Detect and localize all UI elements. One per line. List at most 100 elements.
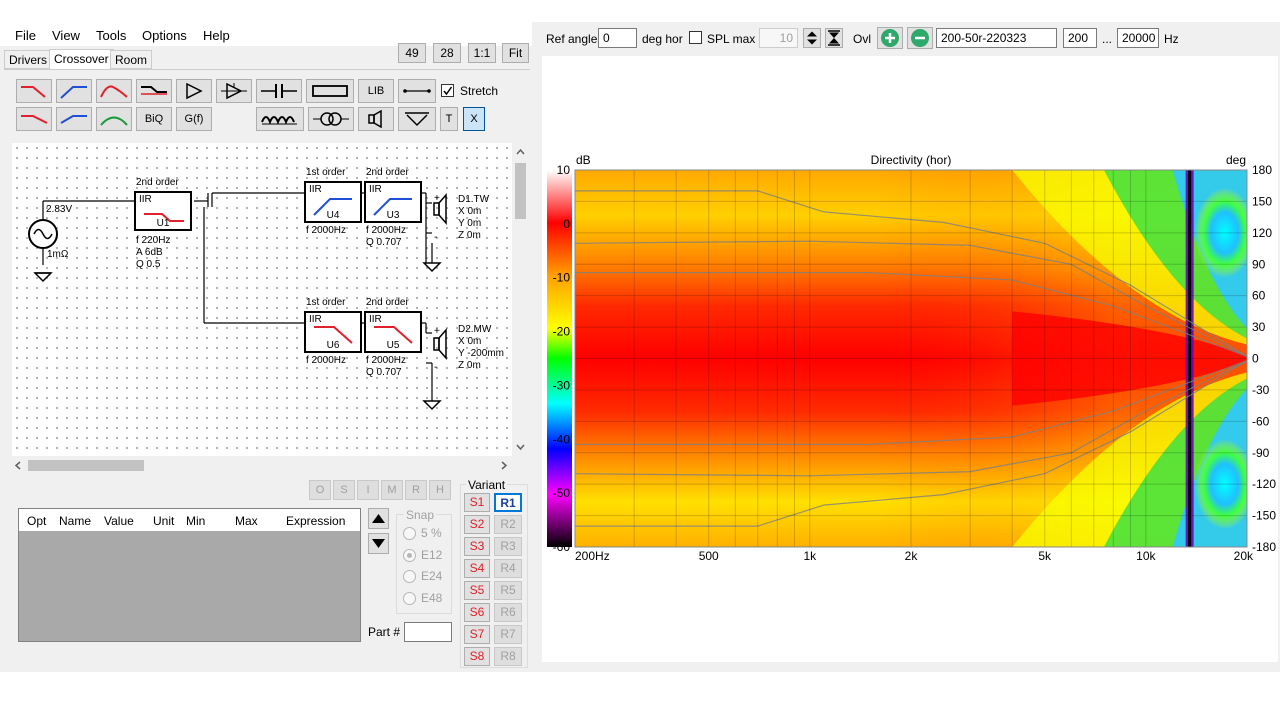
col-unit[interactable]: Unit bbox=[153, 514, 174, 528]
menu-help[interactable]: Help bbox=[203, 28, 230, 43]
biquad-button[interactable]: BiQ bbox=[136, 107, 172, 131]
filter-block-u6[interactable]: IIR U6 bbox=[304, 311, 362, 353]
resistor-button[interactable] bbox=[306, 79, 354, 103]
tab-crossover[interactable]: Crossover bbox=[49, 49, 114, 69]
add-overlay-button[interactable] bbox=[877, 27, 903, 49]
stretch-checkbox[interactable] bbox=[441, 84, 454, 97]
filter-block-u4[interactable]: IIR U4 bbox=[304, 181, 362, 223]
amplifier-button[interactable] bbox=[176, 79, 212, 103]
variant-r4-button[interactable]: R4 bbox=[494, 559, 522, 578]
lowpass-1st-icon bbox=[21, 115, 48, 124]
tab-room[interactable]: Room bbox=[110, 50, 153, 69]
snap-e12-radio[interactable] bbox=[403, 549, 416, 562]
part-number-input[interactable] bbox=[404, 622, 452, 642]
menu-file[interactable]: File bbox=[15, 28, 36, 43]
x-tick-label: 10k bbox=[1136, 549, 1156, 563]
col-name[interactable]: Name bbox=[59, 514, 91, 528]
move-up-button[interactable] bbox=[368, 508, 389, 529]
highpass-blue-button[interactable] bbox=[56, 79, 92, 103]
overlay-name-input[interactable]: 200-50r-220323 bbox=[936, 28, 1057, 48]
angle-tick-label: -120 bbox=[1252, 477, 1276, 491]
col-expression[interactable]: Expression bbox=[286, 514, 345, 528]
inductor-button[interactable] bbox=[256, 107, 304, 131]
hourglass-icon bbox=[828, 30, 840, 46]
opt-m-button[interactable]: M bbox=[381, 480, 403, 500]
opt-h-button[interactable]: H bbox=[429, 480, 451, 500]
remove-overlay-button[interactable] bbox=[907, 27, 933, 49]
move-down-button[interactable] bbox=[368, 533, 389, 554]
spl-reset-button[interactable] bbox=[825, 28, 843, 48]
u1-param-q: Q 0.5 bbox=[136, 259, 161, 270]
parameter-table[interactable]: Opt Name Value Unit Min Max Expression bbox=[18, 508, 361, 642]
ref-angle-input[interactable]: 0 bbox=[598, 28, 637, 48]
zoom-28-button[interactable]: 28 bbox=[433, 43, 461, 63]
variant-r6-button[interactable]: R6 bbox=[494, 603, 522, 622]
spl-spinner[interactable] bbox=[803, 28, 821, 48]
variant-s1-button[interactable]: S1 bbox=[464, 493, 490, 512]
opt-i-button[interactable]: I bbox=[357, 480, 379, 500]
freq-min-input[interactable]: 200 bbox=[1063, 28, 1097, 48]
buffer-button[interactable] bbox=[216, 79, 252, 103]
lowpass-red-button[interactable] bbox=[16, 79, 52, 103]
filter-block-u1[interactable]: IIR U1 bbox=[134, 191, 192, 231]
opt-r-button[interactable]: R bbox=[405, 480, 427, 500]
menu-view[interactable]: View bbox=[52, 28, 80, 43]
transformer-button[interactable] bbox=[308, 107, 354, 131]
spl-max-input[interactable]: 10 bbox=[759, 28, 798, 48]
col-value[interactable]: Value bbox=[104, 514, 134, 528]
u4-param-f: f 2000Hz bbox=[306, 225, 347, 236]
schematic-vscroll[interactable] bbox=[512, 143, 529, 456]
variant-s5-button[interactable]: S5 bbox=[464, 581, 490, 600]
col-min[interactable]: Min bbox=[186, 514, 205, 528]
variant-r5-button[interactable]: R5 bbox=[494, 581, 522, 600]
bandpass-green-button[interactable] bbox=[96, 107, 132, 131]
tab-drivers[interactable]: Drivers bbox=[4, 50, 52, 69]
wire-button[interactable] bbox=[398, 79, 436, 103]
variant-s4-button[interactable]: S4 bbox=[464, 559, 490, 578]
angle-tick-label: -90 bbox=[1252, 446, 1270, 460]
snap-e24-radio[interactable] bbox=[403, 570, 416, 583]
zoom-fit-button[interactable]: Fit bbox=[502, 43, 529, 63]
filter-block-u3[interactable]: IIR U3 bbox=[364, 181, 422, 223]
bandpass-red-button[interactable] bbox=[96, 79, 132, 103]
filter-block-u5[interactable]: IIR U5 bbox=[364, 311, 422, 353]
capacitor-button[interactable] bbox=[256, 79, 302, 103]
driver-button[interactable] bbox=[358, 107, 394, 131]
zoom-49-button[interactable]: 49 bbox=[398, 43, 426, 63]
zoom-1to1-button[interactable]: 1:1 bbox=[468, 43, 496, 63]
ground-button[interactable] bbox=[398, 107, 436, 131]
bandpass-green-icon bbox=[100, 116, 128, 126]
directivity-chart[interactable]: Directivity (hor) dB deg 10 0 -10 -20 -30 -40 -50… bbox=[542, 150, 1278, 570]
schematic-hscroll[interactable] bbox=[12, 457, 512, 474]
schematic-canvas[interactable]: + - + - 2.83V 1mΩ 2nd order IIR U1 f 220… bbox=[12, 143, 512, 456]
driver1-y: Y 0m bbox=[458, 218, 482, 229]
menu-tools[interactable]: Tools bbox=[96, 28, 126, 43]
variant-r7-button[interactable]: R7 bbox=[494, 625, 522, 644]
variant-s7-button[interactable]: S7 bbox=[464, 625, 490, 644]
menu-options[interactable]: Options bbox=[142, 28, 187, 43]
spl-max-checkbox[interactable] bbox=[689, 31, 702, 44]
variant-s8-button[interactable]: S8 bbox=[464, 647, 490, 666]
variant-r1-button[interactable]: R1 bbox=[494, 493, 522, 512]
variant-s2-button[interactable]: S2 bbox=[464, 515, 490, 534]
highpass-1st-blue-button[interactable] bbox=[56, 107, 92, 131]
variant-s6-button[interactable]: S6 bbox=[464, 603, 490, 622]
x-button[interactable]: X bbox=[463, 107, 485, 131]
variant-r8-button[interactable]: R8 bbox=[494, 647, 522, 666]
shelf-button[interactable] bbox=[136, 79, 172, 103]
snap-e48-radio[interactable] bbox=[403, 592, 416, 605]
col-opt[interactable]: Opt bbox=[27, 514, 46, 528]
variant-r3-button[interactable]: R3 bbox=[494, 537, 522, 556]
opt-o-button[interactable]: O bbox=[309, 480, 331, 500]
lowpass-1st-red-button[interactable] bbox=[16, 107, 52, 131]
transfer-function-button[interactable]: G(f) bbox=[176, 107, 212, 131]
opt-s-button[interactable]: S bbox=[333, 480, 355, 500]
library-button[interactable]: LIB bbox=[358, 79, 394, 103]
spl-max-label: SPL max bbox=[707, 32, 756, 46]
freq-max-input[interactable]: 20000 bbox=[1117, 28, 1159, 48]
t-button[interactable]: T bbox=[440, 107, 458, 131]
col-max[interactable]: Max bbox=[235, 514, 258, 528]
variant-s3-button[interactable]: S3 bbox=[464, 537, 490, 556]
snap-5pct-radio[interactable] bbox=[403, 527, 416, 540]
variant-r2-button[interactable]: R2 bbox=[494, 515, 522, 534]
